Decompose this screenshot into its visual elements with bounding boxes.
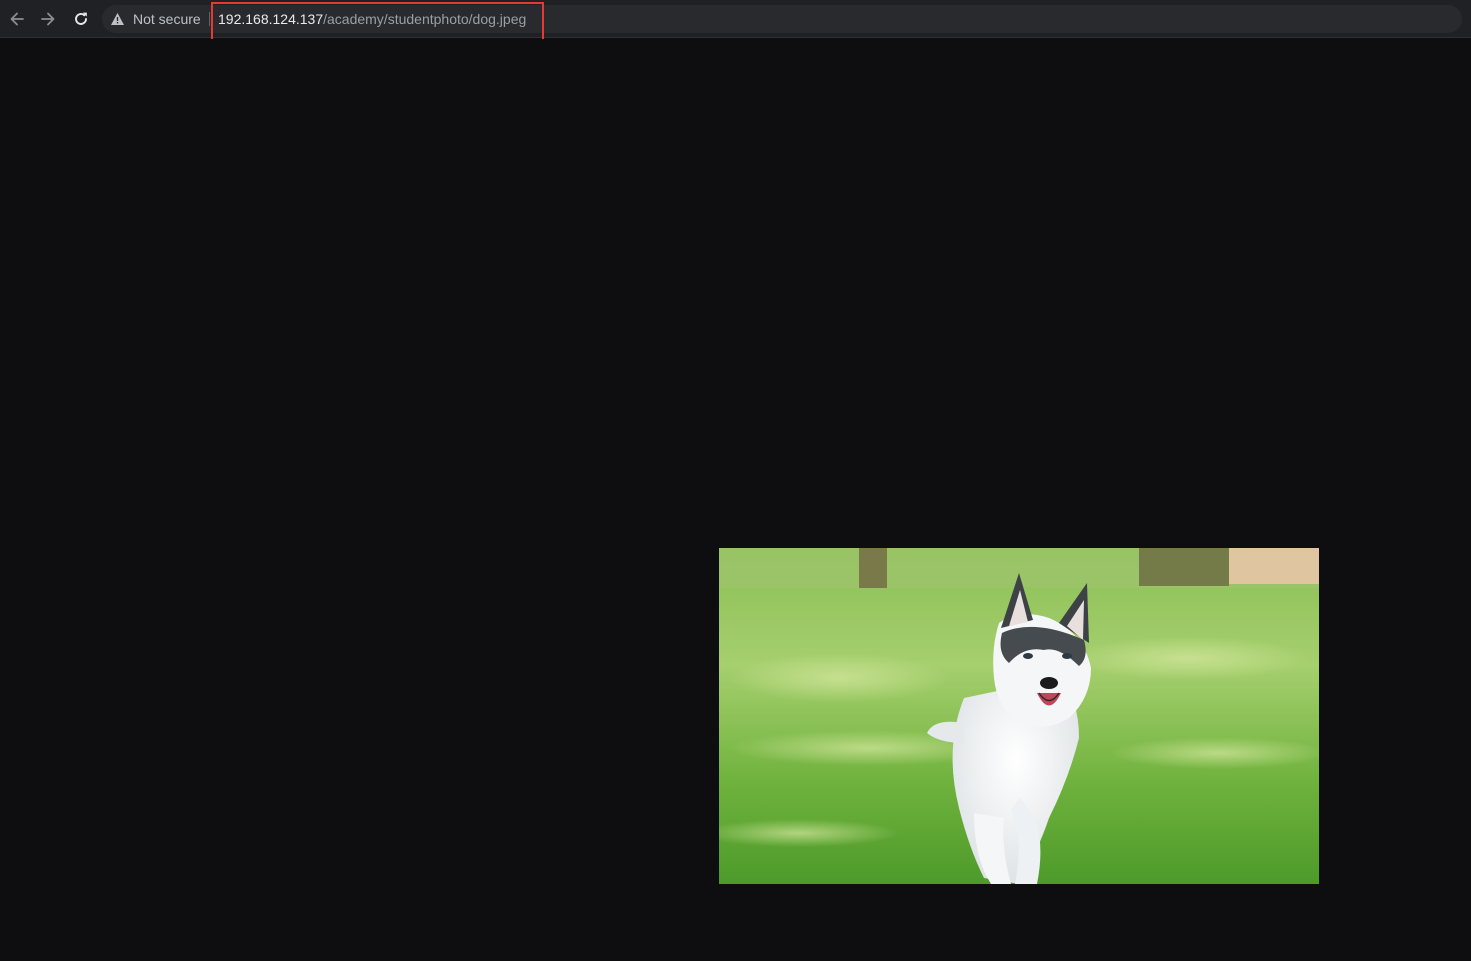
forward-button[interactable] (34, 5, 62, 33)
reload-button[interactable] (67, 5, 95, 33)
security-label: Not secure (133, 11, 201, 27)
back-button[interactable] (3, 5, 31, 33)
security-indicator[interactable]: Not secure (110, 5, 201, 33)
arrow-right-icon (39, 10, 57, 28)
page-viewport (0, 39, 1471, 961)
address-bar[interactable]: Not secure 192.168.124.137/academy/stude… (102, 5, 1462, 33)
url-path: /academy/studentphoto/dog.jpeg (323, 11, 527, 27)
url-field[interactable]: 192.168.124.137/academy/studentphoto/dog… (218, 5, 526, 33)
dog-photo (719, 548, 1319, 884)
arrow-left-icon (8, 10, 26, 28)
omnibox-divider (209, 12, 210, 26)
warning-triangle-icon (110, 12, 125, 26)
url-host: 192.168.124.137 (218, 11, 324, 27)
browser-toolbar: Not secure 192.168.124.137/academy/stude… (0, 0, 1471, 38)
reload-icon (72, 10, 90, 28)
